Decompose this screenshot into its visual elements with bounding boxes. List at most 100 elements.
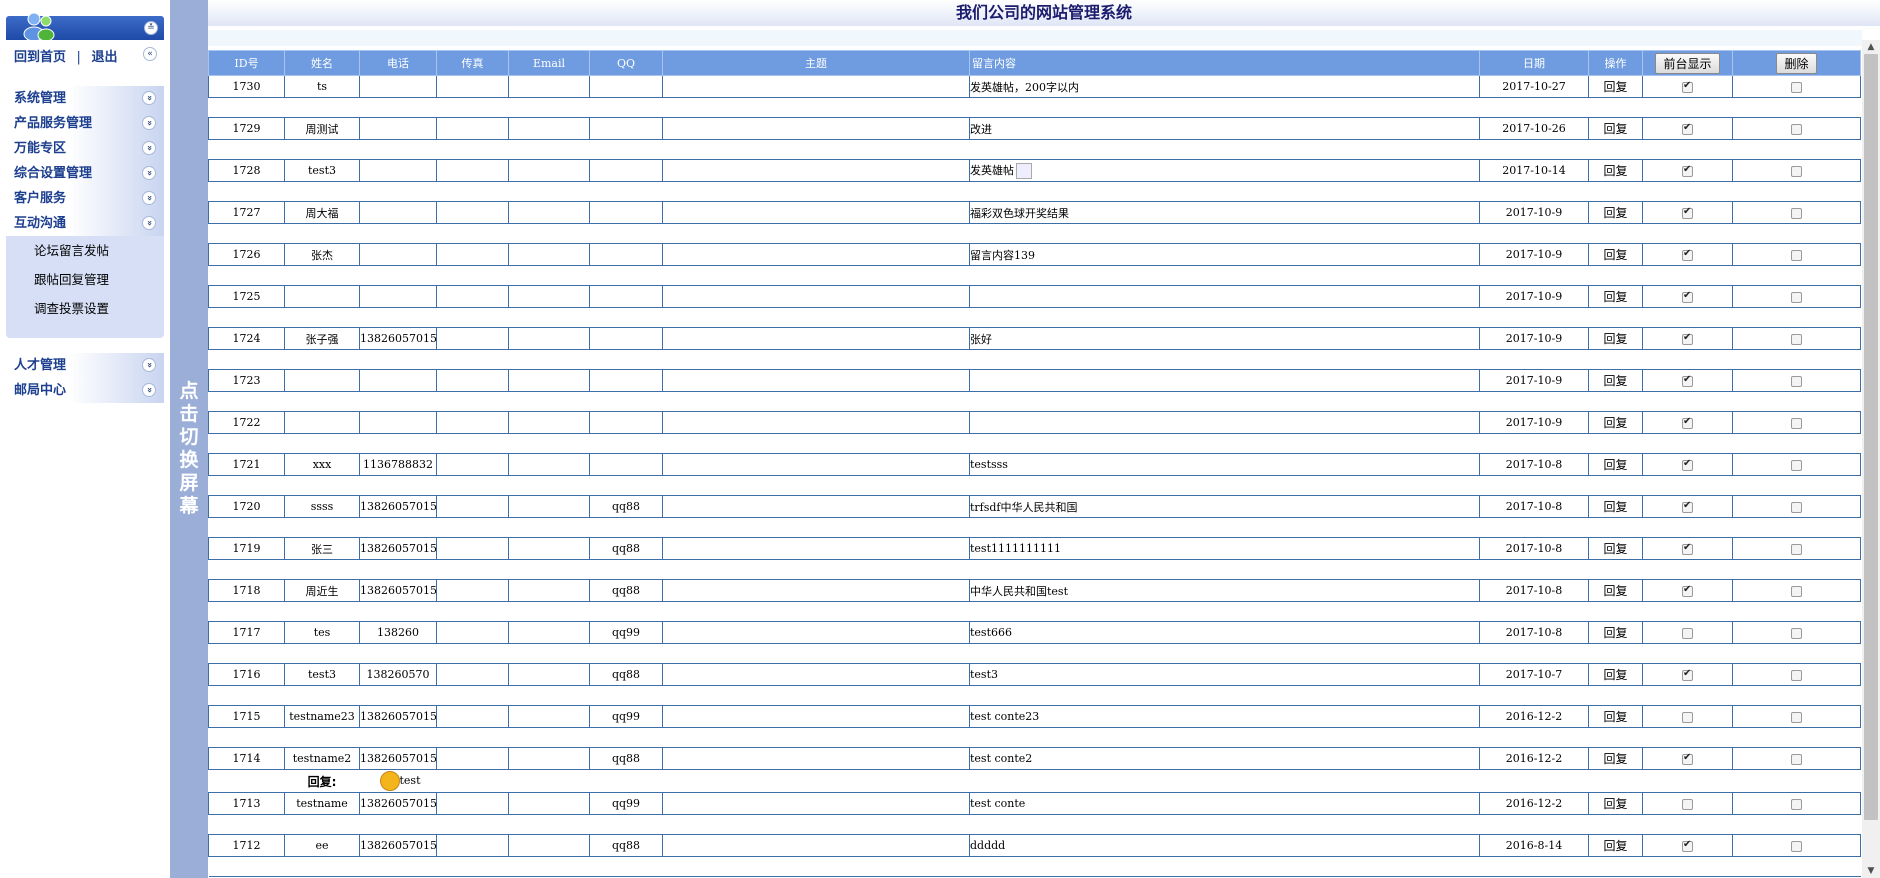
delete-checkbox[interactable] xyxy=(1791,291,1802,303)
show-checkbox[interactable] xyxy=(1682,332,1693,345)
cell-show xyxy=(1642,453,1733,476)
delete-checkbox[interactable] xyxy=(1791,249,1802,261)
delete-checkbox[interactable] xyxy=(1791,165,1802,177)
delete-checkbox[interactable] xyxy=(1791,669,1802,681)
show-checkbox[interactable] xyxy=(1682,500,1693,513)
show-checkbox[interactable] xyxy=(1682,839,1693,852)
delete-checkbox[interactable] xyxy=(1791,333,1802,345)
reply-link[interactable]: 回复 xyxy=(1603,710,1627,724)
menu-item[interactable]: 人才管理 » xyxy=(6,353,164,378)
reply-label-cell: 回复: xyxy=(285,770,360,793)
chevron-down-icon[interactable]: » xyxy=(142,383,156,397)
chevron-down-icon[interactable]: » xyxy=(142,166,156,180)
delete-checkbox[interactable] xyxy=(1791,753,1802,765)
reply-link[interactable]: 回复 xyxy=(1603,797,1627,811)
delete-checkbox[interactable] xyxy=(1791,627,1802,639)
menu-item[interactable]: 客户服务 » xyxy=(6,186,164,211)
delete-checkbox[interactable] xyxy=(1791,417,1802,429)
show-checkbox[interactable] xyxy=(1682,290,1693,303)
cell-qq-text: qq88 xyxy=(611,752,641,765)
home-link[interactable]: 回到首页 xyxy=(14,50,66,65)
reply-link[interactable]: 回复 xyxy=(1603,458,1627,472)
delete-checkbox[interactable] xyxy=(1791,501,1802,513)
reply-link[interactable]: 回复 xyxy=(1603,752,1627,766)
cell-name-text: xxx xyxy=(312,458,332,471)
chevron-down-icon[interactable]: » xyxy=(142,191,156,205)
delete-button[interactable]: 删除 xyxy=(1776,52,1817,74)
collapse-sidebar-icon[interactable]: « xyxy=(143,47,157,61)
show-checkbox[interactable] xyxy=(1682,752,1693,765)
delete-checkbox[interactable] xyxy=(1791,459,1802,471)
show-checkbox[interactable] xyxy=(1682,374,1693,387)
scroll-down-icon[interactable]: ▼ xyxy=(1862,864,1880,878)
menu-item[interactable]: 万能专区 » xyxy=(6,136,164,161)
scroll-up-icon[interactable]: ▲ xyxy=(1862,40,1880,54)
reply-link[interactable]: 回复 xyxy=(1603,542,1627,556)
delete-checkbox[interactable] xyxy=(1791,375,1802,387)
cell-delete xyxy=(1732,75,1861,98)
reply-link[interactable]: 回复 xyxy=(1603,80,1627,94)
menu-item[interactable]: 互动沟通 » xyxy=(6,211,164,236)
menu-item[interactable]: 综合设置管理 » xyxy=(6,161,164,186)
toggle-screen-bar[interactable]: 点击切换屏幕 xyxy=(170,0,208,878)
reply-link[interactable]: 回复 xyxy=(1603,416,1627,430)
delete-checkbox[interactable] xyxy=(1791,798,1802,810)
vertical-scrollbar[interactable]: ▲ ▼ xyxy=(1862,40,1880,878)
table-row: 1717 tes 138260 qq99 test666 2017-10-8 回复 xyxy=(208,621,1861,644)
show-checkbox[interactable] xyxy=(1682,711,1693,723)
menu-item[interactable]: 邮局中心 » xyxy=(6,378,164,403)
delete-checkbox[interactable] xyxy=(1791,585,1802,597)
reply-link[interactable]: 回复 xyxy=(1603,374,1627,388)
show-checkbox[interactable] xyxy=(1682,122,1693,135)
col-header-subject: 主题 xyxy=(662,50,970,76)
delete-checkbox[interactable] xyxy=(1791,123,1802,135)
delete-checkbox[interactable] xyxy=(1791,711,1802,723)
show-checkbox[interactable] xyxy=(1682,798,1693,810)
show-checkbox[interactable] xyxy=(1682,416,1693,429)
delete-checkbox[interactable] xyxy=(1791,840,1802,852)
submenu-item[interactable]: 调查投票设置 xyxy=(6,294,164,323)
show-checkbox[interactable] xyxy=(1682,458,1693,471)
show-checkbox[interactable] xyxy=(1682,80,1693,93)
submenu-item[interactable]: 论坛留言发帖 xyxy=(6,236,164,265)
cell-id-text: 1730 xyxy=(232,80,261,93)
collapse-top-icon[interactable]: ≛ xyxy=(144,21,158,35)
col-header-email: Email xyxy=(508,50,590,76)
chevron-down-icon[interactable]: » xyxy=(142,216,156,230)
submenu-item[interactable]: 跟帖回复管理 xyxy=(6,265,164,294)
reply-link[interactable]: 回复 xyxy=(1603,626,1627,640)
show-frontend-button[interactable]: 前台显示 xyxy=(1655,52,1720,74)
delete-checkbox[interactable] xyxy=(1791,81,1802,93)
chevron-down-icon[interactable]: » xyxy=(142,358,156,372)
scroll-thumb[interactable] xyxy=(1864,54,1878,820)
spacer-row xyxy=(208,601,1861,622)
reply-link[interactable]: 回复 xyxy=(1603,332,1627,346)
reply-link[interactable]: 回复 xyxy=(1603,584,1627,598)
reply-link[interactable]: 回复 xyxy=(1603,290,1627,304)
delete-checkbox[interactable] xyxy=(1791,207,1802,219)
logout-link[interactable]: 退出 xyxy=(91,50,117,65)
reply-link[interactable]: 回复 xyxy=(1603,122,1627,136)
show-checkbox[interactable] xyxy=(1682,164,1693,177)
chevron-down-icon[interactable]: » xyxy=(142,141,156,155)
menu-item[interactable]: 系统管理 » xyxy=(6,86,164,111)
chevron-down-icon[interactable]: » xyxy=(142,91,156,105)
show-checkbox[interactable] xyxy=(1682,627,1693,639)
cell-action: 回复 xyxy=(1588,663,1643,686)
reply-link[interactable]: 回复 xyxy=(1603,500,1627,514)
show-checkbox[interactable] xyxy=(1682,542,1693,555)
chevron-down-icon[interactable]: » xyxy=(142,116,156,130)
reply-link[interactable]: 回复 xyxy=(1603,668,1627,682)
reply-link[interactable]: 回复 xyxy=(1603,164,1627,178)
show-checkbox[interactable] xyxy=(1682,668,1693,681)
menu-item[interactable]: 产品服务管理 » xyxy=(6,111,164,136)
reply-link[interactable]: 回复 xyxy=(1603,206,1627,220)
cell-phone: 13826057015 xyxy=(359,327,437,350)
show-checkbox[interactable] xyxy=(1682,584,1693,597)
show-checkbox[interactable] xyxy=(1682,248,1693,261)
reply-link[interactable]: 回复 xyxy=(1603,248,1627,262)
reply-link[interactable]: 回复 xyxy=(1603,839,1627,853)
delete-checkbox[interactable] xyxy=(1791,543,1802,555)
table-row: 1727 周大福 福彩双色球开奖结果 2017-10-9 回复 xyxy=(208,201,1861,224)
show-checkbox[interactable] xyxy=(1682,206,1693,219)
